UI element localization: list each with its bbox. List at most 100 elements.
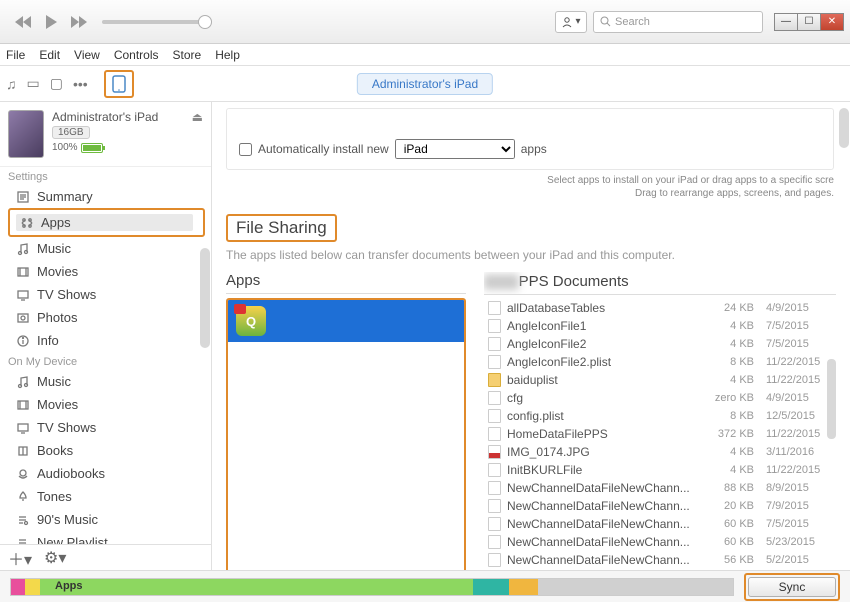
doc-date: 8/9/2015: [760, 482, 832, 494]
play-button[interactable]: [38, 9, 64, 35]
add-playlist-button[interactable]: ＋▾: [8, 546, 32, 570]
eject-button[interactable]: ⏏: [192, 110, 203, 158]
doc-date: 5/23/2015: [760, 536, 832, 548]
device-button[interactable]: [104, 70, 134, 98]
file-icon: [488, 337, 501, 351]
doc-size: 20 KB: [700, 500, 754, 512]
volume-slider[interactable]: [102, 20, 212, 24]
sidebar-item-movies[interactable]: Movies: [0, 260, 211, 283]
sidebar-item-photos[interactable]: Photos: [0, 306, 211, 329]
doc-row[interactable]: cfgzero KB4/9/2015: [484, 389, 836, 407]
sidebar-item-summary[interactable]: Summary: [0, 185, 211, 208]
menu-view[interactable]: View: [74, 48, 100, 62]
docs-scrollbar[interactable]: [827, 359, 836, 439]
search-input[interactable]: Search: [593, 11, 763, 33]
doc-date: 7/5/2015: [760, 518, 832, 530]
apps-panel[interactable]: Q: [226, 298, 466, 570]
sync-button[interactable]: Sync: [748, 577, 836, 597]
doc-size: 4 KB: [700, 464, 754, 476]
volume-knob[interactable]: [198, 15, 212, 29]
play-controls: [10, 9, 92, 35]
search-placeholder: Search: [615, 16, 650, 28]
auto-install-suffix: apps: [521, 142, 547, 156]
sync-button-box: Sync: [744, 573, 840, 601]
tv-category-icon[interactable]: ▢: [50, 75, 63, 92]
doc-row[interactable]: NewChannelDataFileNewChann...56 KB5/2/20…: [484, 551, 836, 569]
menu-help[interactable]: Help: [215, 48, 240, 62]
doc-row[interactable]: IMG_0174.JPG4 KB3/11/2016: [484, 443, 836, 461]
category-bar: ♫ ▭ ▢ ••• Administrator's iPad: [0, 66, 850, 102]
sidebar-item-tones[interactable]: Tones: [0, 485, 211, 508]
doc-date: 7/9/2015: [760, 500, 832, 512]
file-sharing-heading-box: File Sharing: [226, 214, 337, 242]
doc-row[interactable]: config.plist8 KB12/5/2015: [484, 407, 836, 425]
music-category-icon[interactable]: ♫: [6, 76, 17, 92]
doc-row[interactable]: InitBKURLFile4 KB11/22/2015: [484, 461, 836, 479]
auto-install-select[interactable]: iPad: [395, 139, 515, 159]
doc-row[interactable]: baiduplist4 KB11/22/2015: [484, 371, 836, 389]
sidebar-item-apps[interactable]: Apps: [8, 208, 205, 237]
next-button[interactable]: [66, 9, 92, 35]
doc-size: 88 KB: [700, 482, 754, 494]
doc-date: 7/5/2015: [760, 320, 832, 332]
window-buttons: — ☐ ✕: [775, 13, 844, 31]
sidebar-scrollbar[interactable]: [200, 248, 210, 348]
close-button[interactable]: ✕: [820, 13, 844, 31]
help-text: Select apps to install on your iPad or d…: [212, 174, 850, 208]
prev-button[interactable]: [10, 9, 36, 35]
usage-segment: [538, 579, 733, 595]
device-name: Administrator's iPad: [52, 110, 184, 124]
menu-controls[interactable]: Controls: [114, 48, 159, 62]
minimize-button[interactable]: —: [774, 13, 798, 31]
auto-install-checkbox[interactable]: [239, 143, 252, 156]
doc-name: AngleIconFile2: [507, 337, 694, 351]
doc-row[interactable]: NewChannelDataFileNewChann...60 KB7/5/20…: [484, 515, 836, 533]
doc-row[interactable]: NewChannelDataFileNewChann... 88 KB 8/9/20…: [484, 479, 836, 497]
sidebar-item-tv-shows[interactable]: TV Shows: [0, 283, 211, 306]
file-icon: [488, 409, 501, 423]
more-category-icon[interactable]: •••: [73, 76, 88, 92]
settings-gear-button[interactable]: ⚙▾: [44, 548, 66, 568]
menu-store[interactable]: Store: [173, 48, 202, 62]
movies-category-icon[interactable]: ▭: [27, 75, 40, 92]
usage-segment: [25, 579, 39, 595]
file-icon: [488, 445, 501, 459]
doc-name: NewChannelDataFileNewChann...: [507, 481, 694, 495]
sidebar-item-music[interactable]: Music: [0, 370, 211, 393]
sidebar-bottom: ＋▾ ⚙▾: [0, 544, 211, 570]
doc-name: AngleIconFile2.plist: [507, 355, 694, 369]
sidebar-item-movies[interactable]: Movies: [0, 393, 211, 416]
sidebar-item-audiobooks[interactable]: Audiobooks: [0, 462, 211, 485]
usage-segment: [11, 579, 25, 595]
app-row-selected[interactable]: Q: [228, 300, 464, 342]
doc-row[interactable]: AngleIconFile24 KB7/5/2015: [484, 335, 836, 353]
sidebar-item-tv-shows[interactable]: TV Shows: [0, 416, 211, 439]
doc-row[interactable]: NewChannelDataFileNewChann...60 KB5/23/2…: [484, 533, 836, 551]
file-icon: [488, 553, 501, 567]
sidebar-item-music[interactable]: Music: [0, 237, 211, 260]
menu-edit[interactable]: Edit: [39, 48, 60, 62]
doc-size: 4 KB: [700, 338, 754, 350]
doc-row[interactable]: allDatabaseTables24 KB4/9/2015: [484, 299, 836, 317]
doc-name: NewChannelDataFileNewChann...: [507, 517, 694, 531]
device-chip[interactable]: Administrator's iPad: [357, 73, 493, 95]
doc-row[interactable]: AngleIconFile14 KB7/5/2015: [484, 317, 836, 335]
user-menu-button[interactable]: ▾: [555, 11, 587, 33]
maximize-button[interactable]: ☐: [797, 13, 821, 31]
docs-panel[interactable]: allDatabaseTables24 KB4/9/2015AngleIconF…: [484, 299, 836, 570]
doc-size: 8 KB: [700, 410, 754, 422]
device-storage: 16GB: [52, 126, 90, 139]
doc-size: 24 KB: [700, 302, 754, 314]
doc-row[interactable]: AngleIconFile2.plist8 KB11/22/2015: [484, 353, 836, 371]
doc-row[interactable]: NewChannelDataFileNewChann...20 KB7/9/20…: [484, 497, 836, 515]
menu-file[interactable]: File: [6, 48, 25, 62]
doc-row[interactable]: HomeDataFilePPS372 KB11/22/2015: [484, 425, 836, 443]
sidebar-item-info[interactable]: Info: [0, 329, 211, 352]
sidebar-item-books[interactable]: Books: [0, 439, 211, 462]
doc-name: config.plist: [507, 409, 694, 423]
sidebar-item-90-s-music[interactable]: 90's Music: [0, 508, 211, 531]
bottom-bar: Apps Sync: [0, 570, 850, 602]
sidebar-section-ondevice: On My Device: [0, 352, 211, 370]
content-scrollbar[interactable]: [839, 108, 849, 148]
doc-name: HomeDataFilePPS: [507, 427, 694, 441]
